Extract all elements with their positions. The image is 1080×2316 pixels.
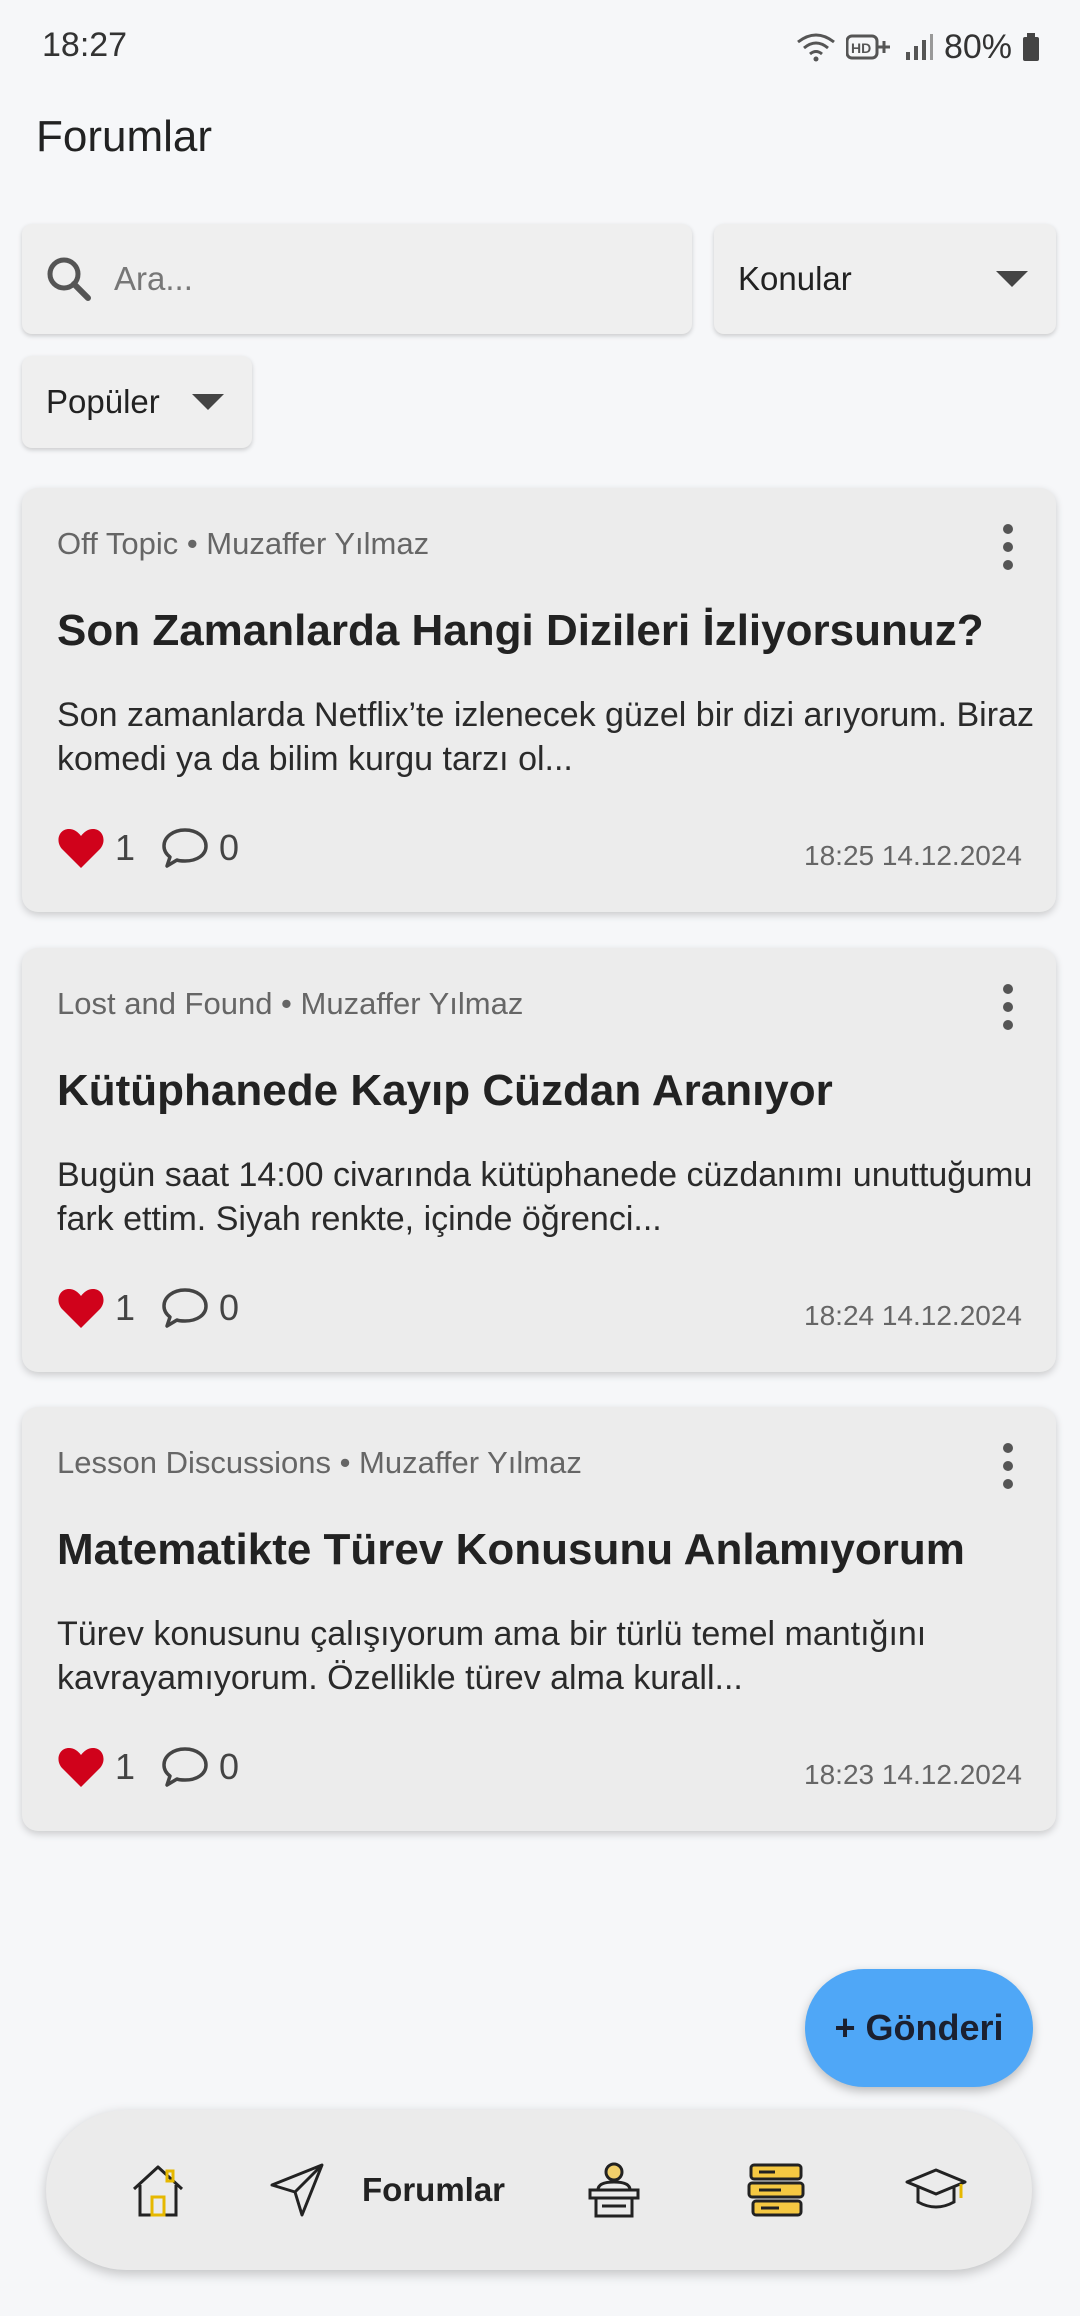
home-icon [132, 2165, 184, 2217]
post-meta: Off Topic • Muzaffer Yılmaz [57, 526, 430, 561]
nav-active-label: Forumlar [362, 2171, 506, 2208]
status-bar: 18:27 HD 80% [0, 0, 1080, 92]
nav-lectures[interactable] [574, 2110, 654, 2270]
wifi-icon [797, 33, 835, 62]
page-title: Forumlar [36, 112, 213, 161]
post-date: 18:25 14.12.2024 [804, 840, 1022, 871]
like-count: 1 [115, 1287, 136, 1328]
comment-icon [162, 828, 208, 868]
battery-level: 80% [943, 27, 1012, 66]
heart-icon [58, 1289, 104, 1328]
post-meta: Lost and Found • Muzaffer Yılmaz [57, 986, 524, 1021]
bottom-nav: Forumlar [46, 2110, 1032, 2270]
more-vert-icon[interactable] [998, 984, 1018, 1030]
post-title: Matematikte Türev Konusunu Anlamıyorum [57, 1525, 965, 1574]
post-card[interactable]: Lesson Discussions • Muzaffer Yılmaz Mat… [22, 1407, 1056, 1831]
battery-icon [1023, 33, 1039, 61]
sort-dropdown[interactable]: Popüler [22, 356, 252, 448]
post-date: 18:24 14.12.2024 [804, 1300, 1022, 1331]
comment-button[interactable]: 0 [161, 1286, 239, 1330]
post-card[interactable]: Lost and Found • Muzaffer Yılmaz Kütüpha… [22, 948, 1056, 1372]
graduation-cap-icon [905, 2168, 967, 2209]
post-footer: 1 0 [57, 1286, 265, 1330]
comment-icon [162, 1288, 208, 1328]
search-icon [47, 257, 91, 301]
new-post-button[interactable]: + Gönderi [805, 1969, 1033, 2087]
books-icon [747, 2163, 805, 2217]
topics-dropdown-label: Konular [738, 260, 852, 297]
post-excerpt: Bugün saat 14:00 civarında kütüphanede c… [57, 1156, 1033, 1238]
hd-plus-icon: HD [845, 34, 890, 60]
like-button[interactable]: 1 [57, 826, 135, 870]
signal-icon [905, 34, 933, 60]
comment-button[interactable]: 0 [161, 1745, 239, 1789]
like-count: 1 [115, 827, 136, 868]
sort-dropdown-label: Popüler [46, 383, 160, 420]
post-excerpt: Türev konusunu çalışıyorum ama bir türlü… [57, 1615, 927, 1697]
comment-icon [162, 1747, 208, 1787]
svg-text:HD: HD [851, 40, 871, 56]
comment-count: 0 [219, 1746, 240, 1787]
like-button[interactable]: 1 [57, 1286, 135, 1330]
nav-home[interactable] [118, 2110, 198, 2270]
heart-icon [58, 1748, 104, 1787]
post-card[interactable]: Off Topic • Muzaffer Yılmaz Son Zamanlar… [22, 488, 1056, 912]
search-box[interactable] [22, 224, 692, 334]
post-title: Kütüphanede Kayıp Cüzdan Aranıyor [57, 1066, 833, 1115]
more-vert-icon[interactable] [998, 1443, 1018, 1489]
like-button[interactable]: 1 [57, 1745, 135, 1789]
nav-courses[interactable] [736, 2110, 816, 2270]
status-icons: HD 80% [796, 22, 1040, 72]
post-footer: 1 0 [57, 826, 265, 870]
status-time: 18:27 [42, 26, 128, 64]
post-excerpt: Son zamanlarda Netflix’te izlenecek güze… [57, 696, 1034, 778]
caret-down-icon [192, 394, 224, 410]
post-meta: Lesson Discussions • Muzaffer Yılmaz [57, 1445, 582, 1480]
caret-down-icon [996, 271, 1028, 287]
lectern-icon [588, 2162, 640, 2218]
heart-icon [58, 829, 104, 868]
post-title: Son Zamanlarda Hangi Dizileri İzliyorsun… [57, 606, 984, 655]
nav-graduation[interactable] [896, 2110, 976, 2270]
topics-dropdown[interactable]: Konular [714, 224, 1056, 334]
nav-forums[interactable]: Forumlar [268, 2110, 568, 2270]
comment-count: 0 [219, 1287, 240, 1328]
like-count: 1 [115, 1746, 136, 1787]
search-input[interactable] [114, 260, 654, 298]
comment-count: 0 [219, 827, 240, 868]
more-vert-icon[interactable] [998, 524, 1018, 570]
comment-button[interactable]: 0 [161, 826, 239, 870]
post-footer: 1 0 [57, 1745, 265, 1789]
send-icon [270, 2163, 324, 2217]
post-date: 18:23 14.12.2024 [804, 1759, 1022, 1790]
